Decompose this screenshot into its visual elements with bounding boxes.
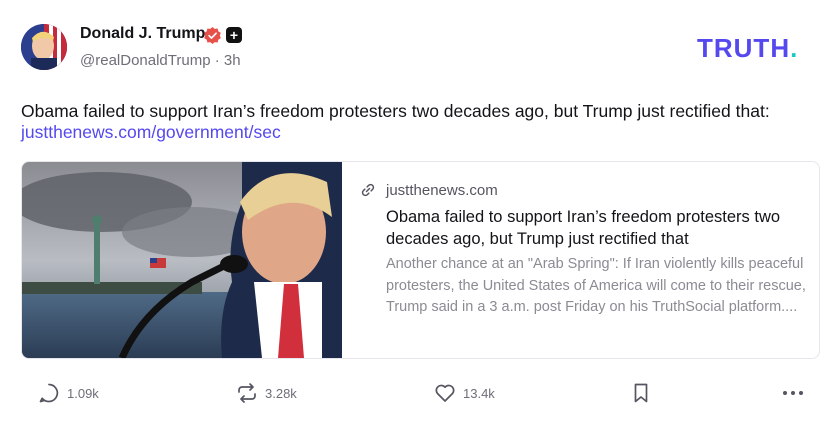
card-image[interactable]	[22, 162, 342, 358]
verified-badge-icon	[204, 27, 221, 44]
bookmark-button[interactable]	[630, 381, 652, 405]
retruth-count: 3.28k	[265, 385, 297, 401]
like-count: 13.4k	[463, 385, 495, 401]
more-button[interactable]	[781, 381, 805, 405]
card-domain: justthenews.com	[386, 182, 498, 199]
link-preview-card[interactable]: justthenews.com Obama failed to support …	[21, 161, 820, 359]
author-handle[interactable]: @realDonaldTrump · 3h	[80, 52, 241, 69]
reply-count: 1.09k	[67, 385, 99, 401]
retruth-icon	[238, 383, 256, 403]
post-link[interactable]: justthenews.com/government/sec	[21, 122, 281, 143]
heart-icon	[435, 384, 455, 402]
truth-logo[interactable]: TRUTH.	[697, 33, 798, 64]
like-button[interactable]: 13.4k	[434, 381, 495, 405]
retruth-button[interactable]: 3.28k	[236, 381, 297, 405]
more-icon	[783, 391, 803, 395]
bookmark-icon	[634, 383, 648, 403]
logo-dot: .	[790, 33, 799, 63]
post-text: Obama failed to support Iran’s freedom p…	[21, 101, 770, 121]
link-icon	[361, 183, 375, 197]
card-description: Another chance at an "Arab Spring": If I…	[386, 256, 806, 315]
card-title[interactable]: Obama failed to support Iran’s freedom p…	[386, 206, 806, 250]
avatar[interactable]	[21, 24, 67, 70]
reply-button[interactable]: 1.09k	[38, 381, 99, 405]
plus-badge-icon: +	[226, 27, 242, 43]
logo-text: TRUTH	[697, 33, 791, 63]
author-name[interactable]: Donald J. Trump	[80, 25, 205, 43]
reply-icon	[39, 383, 59, 403]
